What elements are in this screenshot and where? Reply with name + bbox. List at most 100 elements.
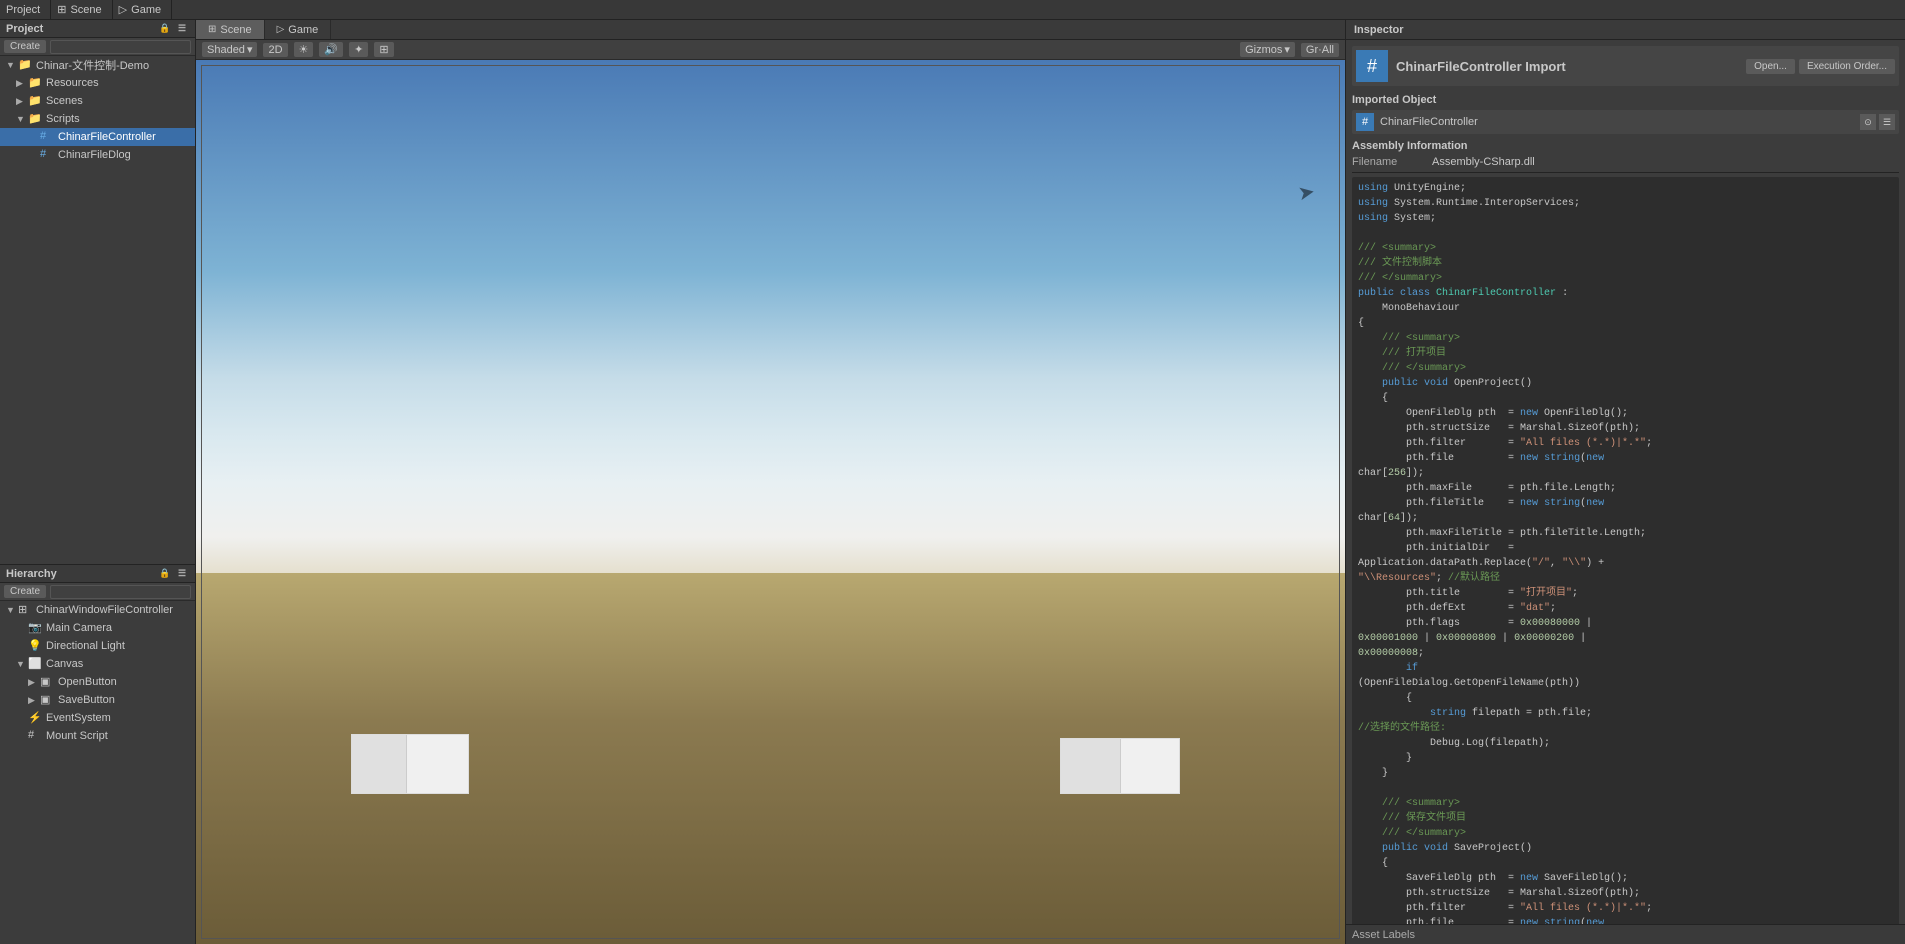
scene-audio-button[interactable]: 🔊 xyxy=(319,42,343,57)
view-tabs: ⊞ Scene ▷ Game xyxy=(196,20,1345,40)
hierarchy-item-canvas[interactable]: ▼ ⬜ Canvas xyxy=(0,655,195,673)
menu-icon[interactable]: ☰ xyxy=(175,22,189,36)
hierarchy-label-dirlight: Directional Light xyxy=(46,640,125,652)
arrow-scripts: ▼ xyxy=(16,114,28,124)
project-tab-label: Project xyxy=(6,4,40,16)
hierarchy-label-eventsystem: EventSystem xyxy=(46,712,111,724)
hierarchy-panel-header: Hierarchy 🔒 ☰ xyxy=(0,565,195,583)
sky-gradient xyxy=(196,60,1345,590)
scene-panel-left xyxy=(351,734,469,794)
hierarchy-search-input[interactable] xyxy=(50,585,191,599)
folder-icon-root: 📁 xyxy=(18,58,32,72)
tree-item-chinarfiledlog[interactable]: # ChinarFileDlog xyxy=(0,146,195,164)
tree-label-scenes: Scenes xyxy=(46,95,83,107)
execution-order-button[interactable]: Execution Order... xyxy=(1799,59,1895,74)
scene-icon: ⊞ xyxy=(57,3,66,16)
tree-label-resources: Resources xyxy=(46,77,99,89)
scene-fx-button[interactable]: ✦ xyxy=(349,42,368,57)
lock-icon[interactable]: 🔒 xyxy=(158,22,172,36)
game-tab-label: Game xyxy=(131,4,161,16)
project-panel-icons: 🔒 ☰ xyxy=(158,22,189,36)
scene-viewport[interactable]: ➤ xyxy=(196,60,1345,944)
import-row-name: ChinarFileController xyxy=(1380,116,1860,128)
arrow-canvas: ▼ xyxy=(16,659,28,669)
arrow-root: ▼ xyxy=(6,60,18,70)
button-icon-open: ▣ xyxy=(40,675,54,689)
hierarchy-panel-title: Hierarchy xyxy=(6,568,57,580)
dimension-mode-button[interactable]: 2D xyxy=(263,43,287,57)
divider xyxy=(1352,172,1899,173)
game-tab-icon: ▷ xyxy=(277,24,285,35)
project-search-input[interactable] xyxy=(50,40,191,54)
right-panel: Inspector # ChinarFileController Import … xyxy=(1345,20,1905,944)
filename-label: Filename xyxy=(1352,156,1432,168)
scene-panel-right xyxy=(1060,738,1180,794)
asset-labels-footer: Asset Labels xyxy=(1346,924,1905,944)
tree-label-root: Chinar-文件控制-Demo xyxy=(36,57,149,73)
scene-light-button[interactable]: ☀ xyxy=(294,42,314,57)
tree-label-scripts: Scripts xyxy=(46,113,80,125)
hierarchy-label-openbutton: OpenButton xyxy=(58,676,117,688)
scene-panel-right-outer xyxy=(1121,739,1179,793)
hierarchy-item-dirlight[interactable]: 💡 Directional Light xyxy=(0,637,195,655)
inspector-title-buttons: Open... Execution Order... xyxy=(1746,59,1895,74)
dimension-mode-label: 2D xyxy=(268,44,282,56)
project-tree: ▼ 📁 Chinar-文件控制-Demo ▶ 📁 Resources ▶ 📁 S… xyxy=(0,56,195,564)
hierarchy-menu-icon[interactable]: ☰ xyxy=(175,567,189,581)
inspector-body: # ChinarFileController Import Open... Ex… xyxy=(1346,40,1905,924)
main-layout: Project 🔒 ☰ Create ▼ 📁 Chinar-文件控制-Demo xyxy=(0,20,1905,944)
open-button[interactable]: Open... xyxy=(1746,59,1795,74)
hierarchy-item-savebutton[interactable]: ▶ ▣ SaveButton xyxy=(0,691,195,709)
import-icon-select[interactable]: ⊙ xyxy=(1860,114,1876,130)
hierarchy-toolbar: Create xyxy=(0,583,195,601)
arrow-savebutton: ▶ xyxy=(28,695,40,706)
tree-item-scenes[interactable]: ▶ 📁 Scenes xyxy=(0,92,195,110)
project-tab-header[interactable]: Project xyxy=(0,0,51,19)
tree-item-chinarfilecontroller[interactable]: # ChinarFileController xyxy=(0,128,195,146)
hierarchy-tree: ▼ ⊞ ChinarWindowFileController 📷 Main Ca… xyxy=(0,601,195,944)
arrow-maincamera xyxy=(16,623,28,633)
scene-grid-button[interactable]: ⊞ xyxy=(374,42,393,57)
hierarchy-item-eventsystem[interactable]: ⚡ EventSystem xyxy=(0,709,195,727)
hierarchy-item-root[interactable]: ▼ ⊞ ChinarWindowFileController xyxy=(0,601,195,619)
folder-icon-resources: 📁 xyxy=(28,76,42,90)
shading-mode-button[interactable]: Shaded ▾ xyxy=(202,42,257,57)
folder-icon-scenes: 📁 xyxy=(28,94,42,108)
arrow-mountscript xyxy=(16,731,28,741)
project-toolbar: Create xyxy=(0,38,195,56)
tree-item-resources[interactable]: ▶ 📁 Resources xyxy=(0,74,195,92)
hierarchy-lock-icon[interactable]: 🔒 xyxy=(158,567,172,581)
imported-object-section: Imported Object # ChinarFileController ⊙… xyxy=(1352,94,1899,134)
game-tab-header[interactable]: ▷ Game xyxy=(113,0,172,19)
shading-dropdown-icon: ▾ xyxy=(247,43,253,56)
gizmos-button[interactable]: Gizmos ▾ xyxy=(1240,42,1295,57)
inspector-title-text: ChinarFileController Import xyxy=(1396,59,1566,74)
hierarchy-create-button[interactable]: Create xyxy=(4,585,46,598)
assembly-filename-row: Filename Assembly-CSharp.dll xyxy=(1352,156,1899,168)
hierarchy-panel: Hierarchy 🔒 ☰ Create ▼ ⊞ ChinarWindowFil… xyxy=(0,564,195,944)
hierarchy-label-maincamera: Main Camera xyxy=(46,622,112,634)
inspector-script-icon: # xyxy=(1367,56,1377,77)
asset-labels-text: Asset Labels xyxy=(1352,929,1415,941)
scene-tab-header[interactable]: ⊞ Scene xyxy=(51,0,112,19)
create-button[interactable]: Create xyxy=(4,40,46,53)
gizmos-label: Gizmos xyxy=(1245,44,1282,56)
tab-game[interactable]: ▷ Game xyxy=(265,20,332,39)
canvas-icon: ⬜ xyxy=(28,657,42,671)
tree-item-scripts[interactable]: ▼ 📁 Scripts xyxy=(0,110,195,128)
hierarchy-label-savebutton: SaveButton xyxy=(58,694,115,706)
hierarchy-item-maincamera[interactable]: 📷 Main Camera xyxy=(0,619,195,637)
hierarchy-item-mountscript[interactable]: # Mount Script xyxy=(0,727,195,745)
import-icon-menu[interactable]: ☰ xyxy=(1879,114,1895,130)
eventsystem-icon: ⚡ xyxy=(28,711,42,725)
tree-item-root[interactable]: ▼ 📁 Chinar-文件控制-Demo xyxy=(0,56,195,74)
hierarchy-panel-icons: 🔒 ☰ xyxy=(158,567,189,581)
scene-icon-root: ⊞ xyxy=(18,603,32,617)
gr-all-button[interactable]: Gr·All xyxy=(1301,43,1339,57)
tab-scene[interactable]: ⊞ Scene xyxy=(196,20,265,39)
gizmos-area: Gizmos ▾ Gr·All xyxy=(1240,42,1339,57)
project-panel-title: Project xyxy=(6,23,43,35)
arrow-openbutton: ▶ xyxy=(28,677,40,688)
hierarchy-item-openbutton[interactable]: ▶ ▣ OpenButton xyxy=(0,673,195,691)
hierarchy-label-root: ChinarWindowFileController xyxy=(36,604,173,616)
